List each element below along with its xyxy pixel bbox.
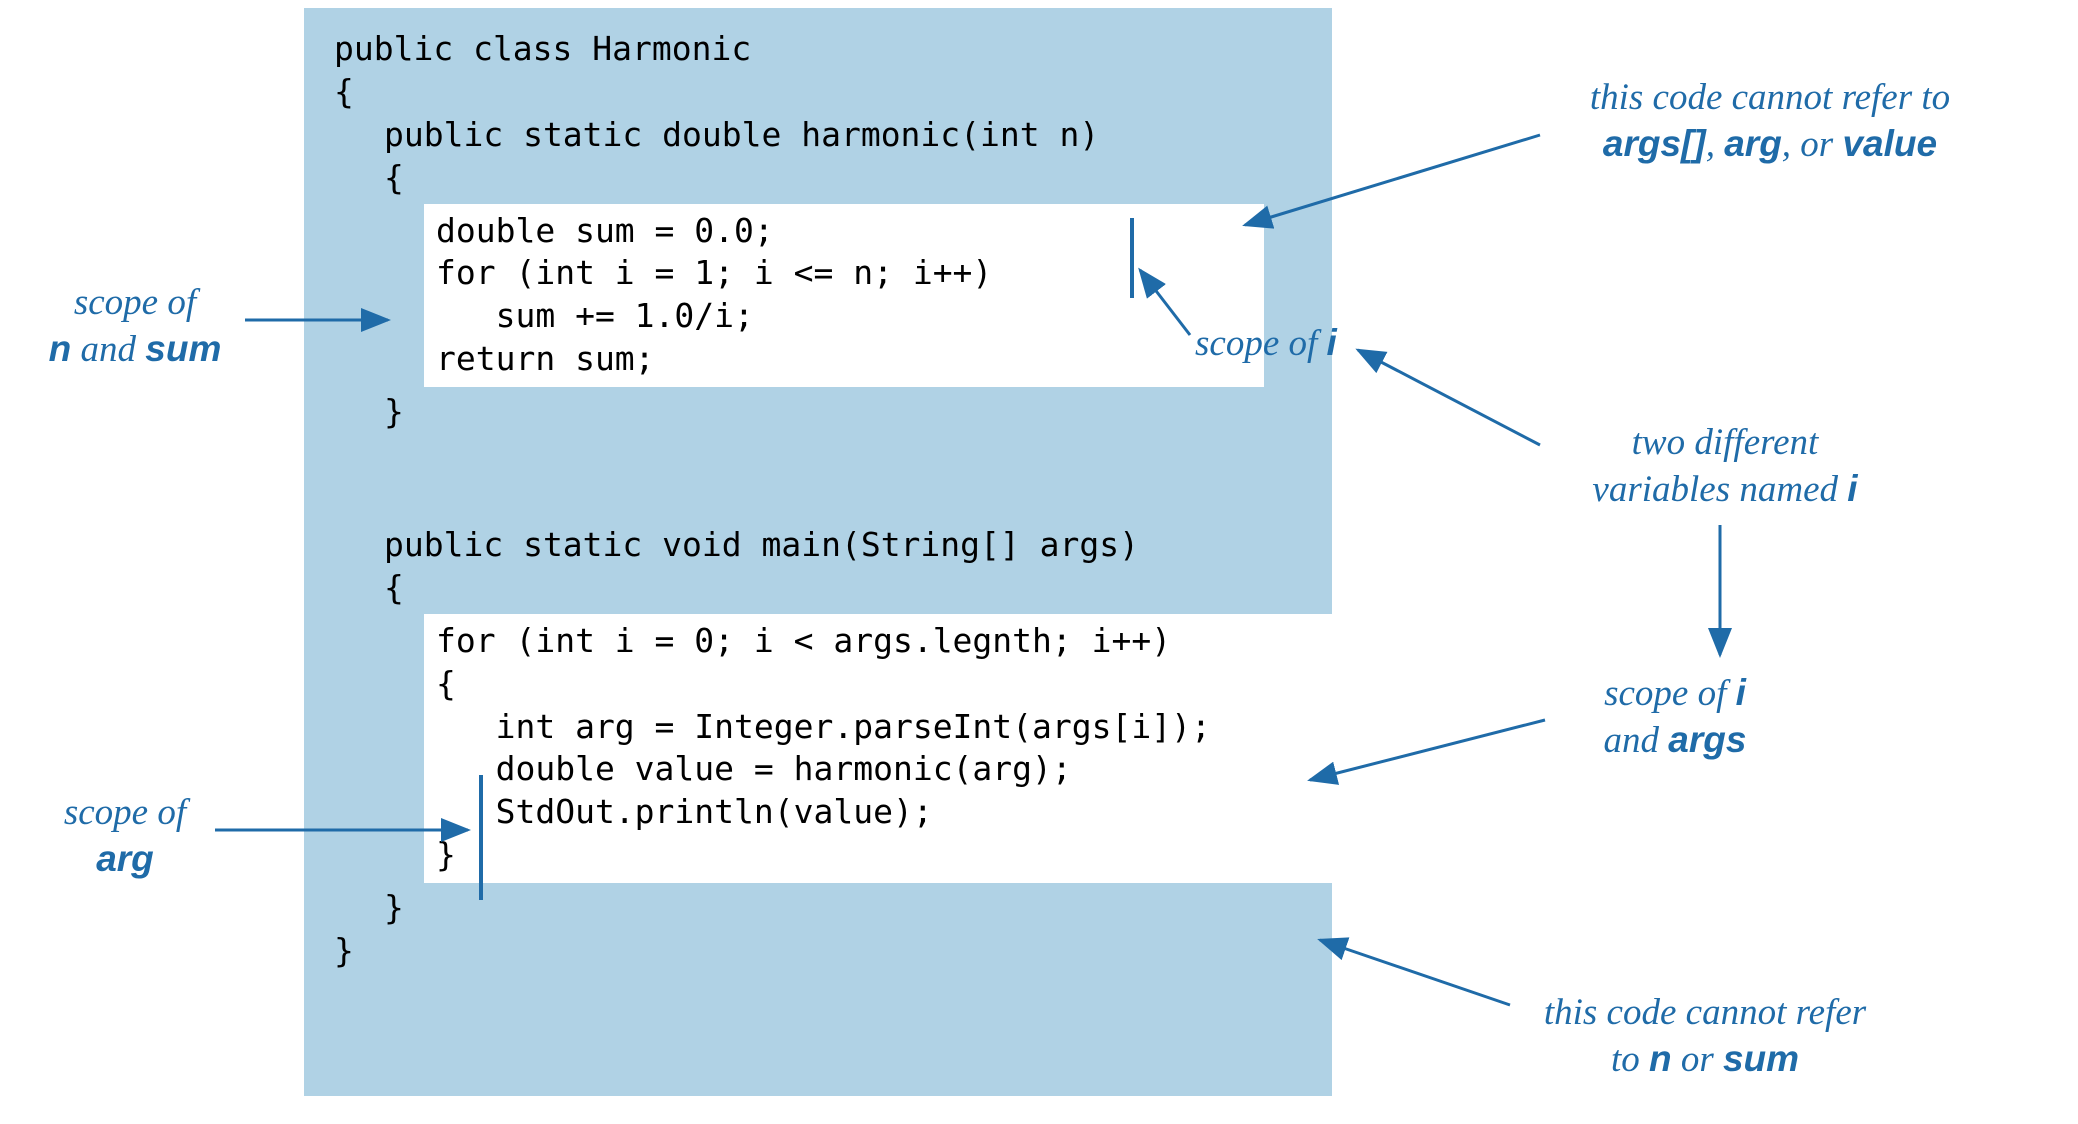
code-line: for (int i = 0; i < args.legnth; i++) — [436, 620, 1320, 663]
label-text: scope of — [74, 282, 196, 323]
label-two-different: two different variables named i — [1545, 420, 1905, 514]
code-line: int arg = Integer.parseInt(args[i]); — [436, 706, 1320, 749]
label-text: n — [1649, 1038, 1672, 1079]
arrow — [1320, 940, 1510, 1005]
code-line: public static void main(String[] args) — [334, 524, 1302, 567]
code-line: public class Harmonic — [334, 28, 1302, 71]
label-text: scope of — [1604, 673, 1736, 714]
label-text: n — [49, 328, 72, 369]
label-text: or — [1672, 1039, 1723, 1080]
label-text: i — [1327, 322, 1337, 363]
label-text: i — [1847, 468, 1857, 509]
label-text: this code cannot refer — [1544, 992, 1866, 1033]
label-text: arg — [1724, 123, 1782, 164]
label-text: and — [1604, 720, 1669, 761]
label-scope-i-args: scope of i and args — [1555, 670, 1795, 765]
harmonic-body-box: double sum = 0.0; for (int i = 1; i <= n… — [424, 204, 1264, 388]
label-text: , — [1706, 124, 1725, 165]
label-text: two different — [1632, 422, 1819, 463]
code-line: } — [436, 834, 1320, 877]
label-text: variables named — [1592, 469, 1847, 510]
code-line: sum += 1.0/i; — [436, 295, 1252, 338]
label-cannot-refer-bot: this code cannot refer to n or sum — [1495, 990, 1915, 1084]
code-line: return sum; — [436, 338, 1252, 381]
label-scope-arg: scope of arg — [35, 790, 215, 884]
code-line: public static double harmonic(int n) — [334, 114, 1302, 157]
label-text: and — [71, 329, 145, 370]
label-scope-n-sum: scope of n and sum — [20, 280, 250, 374]
label-text: args — [1668, 719, 1746, 760]
code-line: StdOut.println(value); — [436, 791, 1320, 834]
code-line: } — [334, 391, 1302, 434]
main-body-box: for (int i = 0; i < args.legnth; i++) { … — [424, 614, 1332, 883]
label-cannot-refer-top: this code cannot refer to args[], arg, o… — [1530, 75, 2010, 169]
label-text: this code cannot refer to — [1590, 77, 1950, 118]
label-text: value — [1842, 123, 1937, 164]
label-text: scope of — [64, 792, 186, 833]
code-block: public class Harmonic { public static do… — [304, 8, 1332, 1096]
scope-arg-bar — [479, 775, 483, 900]
label-scope-of-i: scope of i — [1195, 320, 1395, 367]
code-line: { — [334, 567, 1302, 610]
scope-i-bar-top — [1130, 218, 1134, 298]
label-text: sum — [145, 328, 221, 369]
label-text: to — [1611, 1039, 1649, 1080]
label-text: args[] — [1603, 123, 1706, 164]
label-text: , or — [1782, 124, 1843, 165]
code-line: { — [334, 157, 1302, 200]
label-text: scope of — [1195, 323, 1327, 364]
label-text: sum — [1723, 1038, 1799, 1079]
code-line: } — [334, 930, 1302, 973]
label-text: i — [1736, 672, 1746, 713]
code-line: { — [436, 663, 1320, 706]
arrow — [1310, 720, 1545, 780]
code-line: { — [334, 71, 1302, 114]
label-text: arg — [96, 838, 154, 879]
code-line: double value = harmonic(arg); — [436, 748, 1320, 791]
